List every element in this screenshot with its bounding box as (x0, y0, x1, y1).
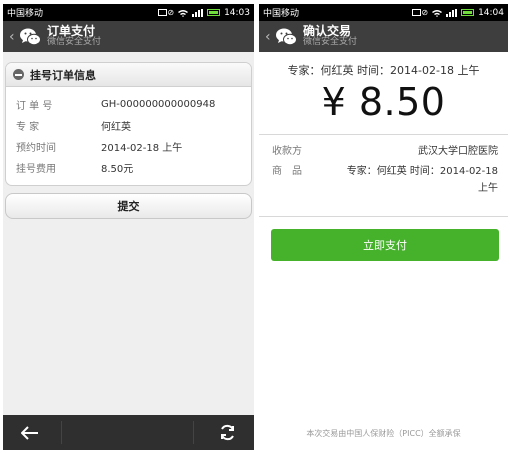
minus-icon[interactable] (13, 69, 24, 80)
expert-row: 专 家 何红英 (16, 115, 251, 136)
expert-value: 何红英 (101, 122, 131, 133)
wifi-icon (178, 9, 189, 17)
nav-divider (193, 421, 194, 444)
nav-divider (61, 421, 62, 444)
submit-button[interactable]: 提交 (5, 193, 252, 219)
fee-label: 挂号费用 (16, 164, 56, 175)
fee-value: 8.50元 (101, 164, 134, 175)
transaction-details: 收款方 武汉大学口腔医院 商 品 专家：何红英 时间：2014-02-18 上午 (259, 135, 508, 197)
page-subtitle: 微信安全支付 (47, 37, 102, 48)
payee-value: 武汉大学口腔医院 (418, 146, 498, 157)
order-info-card: 挂号订单信息 订 单 号 GH-000000000000948 专 家 何红英 … (5, 62, 252, 186)
refresh-icon[interactable] (219, 424, 236, 441)
battery-icon (461, 9, 475, 16)
carrier-name: 中国移动 (7, 9, 44, 19)
signal-icon (192, 8, 204, 17)
pay-now-button[interactable]: 立即支付 (271, 229, 499, 261)
order-number-row: 订 单 号 GH-000000000000948 (16, 94, 251, 115)
payment-amount: ¥ 8.50 (321, 80, 446, 124)
title-bar[interactable]: ‹ 确认交易 微信安全支付 (259, 21, 508, 52)
status-bar: 中国移动 ⊘ 14:04 (259, 4, 508, 21)
order-info-title: 挂号订单信息 (30, 68, 96, 82)
order-payment-screen: 中国移动 ⊘ 14:03 ‹ 订单支付 微信安全支付 挂号订单信息 订 单 号 … (3, 4, 254, 450)
battery-icon (207, 9, 221, 16)
title-bar[interactable]: ‹ 订单支付 微信安全支付 (3, 21, 254, 52)
payee-row: 收款方 武汉大学口腔医院 (259, 143, 508, 160)
insurance-note: 本次交易由中国人保财险（PICC）全额承保 (306, 429, 461, 438)
payee-label: 收款方 (272, 146, 302, 157)
fee-row: 挂号费用 8.50元 (16, 157, 251, 178)
signal-icon (446, 8, 458, 17)
status-bar: 中国移动 ⊘ 14:03 (3, 4, 254, 21)
goods-value-line2: 上午 (478, 183, 498, 194)
confirm-transaction-screen: 中国移动 ⊘ 14:04 ‹ 确认交易 微信安全支付 专家：何红英 时间：201… (259, 4, 508, 450)
order-number-label: 订 单 号 (16, 101, 53, 112)
goods-row: 商 品 专家：何红英 时间：2014-02-18 上午 (259, 163, 508, 197)
back-chevron-icon[interactable]: ‹ (9, 29, 17, 45)
goods-value: 专家：何红英 时间：2014-02-18 上午 (322, 163, 498, 197)
appointment-time-label: 预约时间 (16, 143, 56, 154)
mute-icon: ⊘ (421, 8, 429, 17)
transaction-description: 专家：何红英 时间：2014-02-18 上午 (287, 64, 480, 77)
wechat-icon (20, 28, 41, 45)
image-notification-icon (412, 9, 422, 16)
wechat-icon (276, 28, 297, 45)
clock: 14:04 (478, 7, 504, 18)
carrier-name: 中国移动 (263, 9, 300, 19)
expert-label: 专 家 (16, 122, 40, 133)
divider (259, 216, 508, 217)
clock: 14:03 (224, 7, 250, 18)
wifi-icon (432, 9, 443, 17)
transaction-summary: 专家：何红英 时间：2014-02-18 上午 ¥ 8.50 (259, 52, 508, 124)
back-chevron-icon[interactable]: ‹ (265, 29, 273, 45)
bottom-nav-bar (3, 415, 254, 450)
goods-value-line1: 专家：何红英 时间：2014-02-18 (346, 166, 498, 177)
image-notification-icon (158, 9, 168, 16)
mute-icon: ⊘ (167, 8, 175, 17)
goods-label: 商 品 (272, 166, 302, 177)
order-number-value: GH-000000000000948 (101, 99, 216, 110)
appointment-time-row: 预约时间 2014-02-18 上午 (16, 136, 251, 157)
page-subtitle: 微信安全支付 (303, 37, 358, 48)
appointment-time-value: 2014-02-18 上午 (101, 143, 183, 154)
order-info-header[interactable]: 挂号订单信息 (6, 63, 251, 87)
back-arrow-icon[interactable] (21, 425, 39, 440)
